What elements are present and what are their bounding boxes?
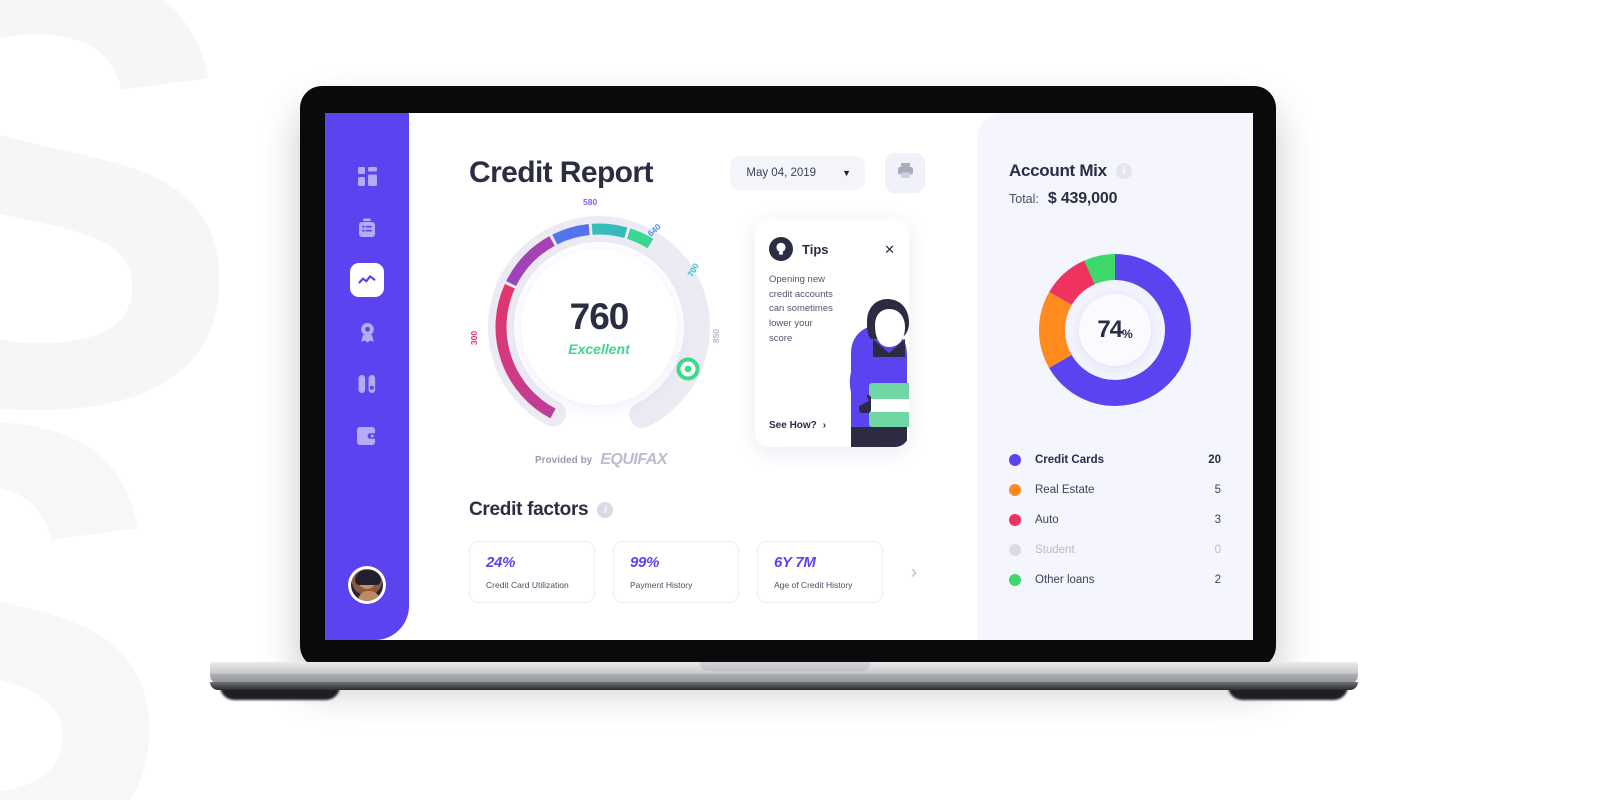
account-mix-legend: Credit Cards 20 Real Estate 5 Auto 3 Stu… xyxy=(1003,454,1227,586)
legend-item-auto[interactable]: Auto 3 xyxy=(1009,514,1221,526)
legend-label: Credit Cards xyxy=(1035,454,1105,466)
account-mix-total: Total: $ 439,000 xyxy=(1003,190,1227,208)
account-mix-header: Account Mix i xyxy=(1003,161,1227,181)
credit-factor-label: Payment History xyxy=(630,580,693,590)
gauge-tick-300: 300 xyxy=(469,330,480,346)
main-content: Credit Report May 04, 2019 ▼ 760 Excelle… xyxy=(409,113,1253,640)
legend-label: Real Estate xyxy=(1035,484,1095,496)
credit-factor-card[interactable]: 99% Payment History xyxy=(613,541,739,603)
sidebar xyxy=(325,113,409,640)
chevron-down-icon: ▼ xyxy=(842,168,851,178)
legend-item-real-estate[interactable]: Real Estate 5 xyxy=(1009,484,1221,496)
tips-body-text: Opening new credit accounts can sometime… xyxy=(769,274,833,344)
credit-factor-card[interactable]: 6Y 7M Age of Credit History xyxy=(757,541,883,603)
score-section: 760 Excellent 300 580 640 700 850 Provid… xyxy=(469,197,977,468)
sidebar-item-wallet[interactable] xyxy=(350,419,384,453)
date-range-select[interactable]: May 04, 2019 ▼ xyxy=(730,156,865,190)
donut-center-value: 74 xyxy=(1097,316,1123,343)
score-value: 760 xyxy=(569,295,630,337)
credit-factor-value: 24% xyxy=(486,554,516,571)
tips-header: Tips ✕ xyxy=(755,237,909,261)
close-icon[interactable]: ✕ xyxy=(884,243,895,256)
sidebar-item-rewards[interactable] xyxy=(350,315,384,349)
page-root: S S xyxy=(0,0,1600,800)
date-range-value: May 04, 2019 xyxy=(746,167,817,179)
credit-factor-label: Credit Card Utilization xyxy=(486,580,569,590)
legend-value: 3 xyxy=(1214,514,1221,526)
donut-center-readout: 74 % xyxy=(1079,294,1151,366)
account-total-value: $ 439,000 xyxy=(1047,190,1118,207)
wallet-icon xyxy=(357,427,377,445)
gauge-tick-580: 580 xyxy=(583,197,598,207)
legend-color-swatch xyxy=(1009,544,1021,556)
laptop-foot-left xyxy=(220,686,340,700)
legend-color-swatch xyxy=(1009,454,1021,466)
print-button[interactable] xyxy=(885,153,925,193)
credit-factors-title: Credit factors xyxy=(469,499,589,520)
credit-score-gauge: 760 Excellent 300 580 640 700 850 Provid… xyxy=(469,197,721,468)
legend-color-swatch xyxy=(1009,484,1021,496)
credit-factors-next-button[interactable]: › xyxy=(901,541,927,603)
sidebar-item-credit-chart[interactable] xyxy=(350,263,384,297)
legend-item-other-loans[interactable]: Other loans 2 xyxy=(1009,574,1221,586)
legend-label: Auto xyxy=(1035,514,1059,526)
info-icon[interactable]: i xyxy=(597,502,614,518)
printer-icon xyxy=(897,162,914,184)
left-column: Credit Report May 04, 2019 ▼ 760 Excelle… xyxy=(409,113,977,640)
briefcase-icon xyxy=(357,218,377,238)
page-header: Credit Report May 04, 2019 ▼ xyxy=(469,153,977,193)
credit-factors-header: Credit factors i xyxy=(469,499,977,521)
account-total-label: Total: xyxy=(1009,192,1039,206)
credit-factor-value: 99% xyxy=(630,554,660,571)
legend-color-swatch xyxy=(1009,574,1021,586)
legend-value: 20 xyxy=(1208,454,1221,466)
credit-factor-value: 6Y 7M xyxy=(774,554,816,571)
background-watermark-s-secondary: S xyxy=(0,330,173,800)
score-rating: Excellent xyxy=(568,340,630,357)
info-icon[interactable]: i xyxy=(1115,163,1132,179)
legend-item-student[interactable]: Student 0 xyxy=(1009,544,1221,556)
chevron-right-icon: › xyxy=(822,420,827,431)
chart-icon xyxy=(356,269,378,291)
bureau-attribution: Provided by EQUIFAX xyxy=(535,451,667,469)
page-title: Credit Report xyxy=(469,156,653,189)
legend-value: 5 xyxy=(1214,484,1221,496)
donut-center-suffix: % xyxy=(1122,326,1133,341)
equifax-logo: EQUIFAX xyxy=(600,451,667,468)
laptop-base-notch xyxy=(700,662,870,671)
credit-factors-list: 24% Credit Card Utilization 99% Payment … xyxy=(469,541,977,603)
tips-card: Tips ✕ Opening new credit accounts can s… xyxy=(755,219,909,447)
score-readout: 760 Excellent xyxy=(521,249,677,405)
laptop-foot-right xyxy=(1228,686,1348,700)
credit-factor-label: Age of Credit History xyxy=(774,580,853,590)
see-how-link[interactable]: See How? › xyxy=(769,420,826,431)
sidebar-item-tools[interactable] xyxy=(350,367,384,401)
tips-title: Tips xyxy=(802,241,829,257)
account-mix-panel: Account Mix i Total: $ 439,000 74 % Cred… xyxy=(977,113,1253,640)
credit-factor-card[interactable]: 24% Credit Card Utilization xyxy=(469,541,595,603)
see-how-label: See How? xyxy=(769,420,817,431)
grid-icon xyxy=(357,166,377,186)
account-mix-donut: 74 % xyxy=(1037,252,1193,408)
account-mix-title: Account Mix xyxy=(1009,161,1107,180)
laptop-screen: Credit Report May 04, 2019 ▼ 760 Excelle… xyxy=(325,113,1253,640)
legend-color-swatch xyxy=(1009,514,1021,526)
avatar-image xyxy=(351,569,383,601)
sidebar-item-dashboard[interactable] xyxy=(350,159,384,193)
legend-value: 2 xyxy=(1214,574,1221,586)
gauge-tick-850: 850 xyxy=(711,328,722,344)
legend-value: 0 xyxy=(1214,544,1221,556)
app-window: Credit Report May 04, 2019 ▼ 760 Excelle… xyxy=(325,113,1253,640)
laptop-base xyxy=(210,662,1358,700)
avatar[interactable] xyxy=(348,566,386,604)
legend-item-credit-cards[interactable]: Credit Cards 20 xyxy=(1009,454,1221,466)
legend-label: Other loans xyxy=(1035,574,1095,586)
legend-label: Student xyxy=(1035,544,1075,556)
award-icon xyxy=(358,322,377,343)
capsules-icon xyxy=(357,374,377,394)
sidebar-item-reports[interactable] xyxy=(350,211,384,245)
lightbulb-icon xyxy=(769,237,793,261)
provided-by-label: Provided by xyxy=(535,454,593,466)
